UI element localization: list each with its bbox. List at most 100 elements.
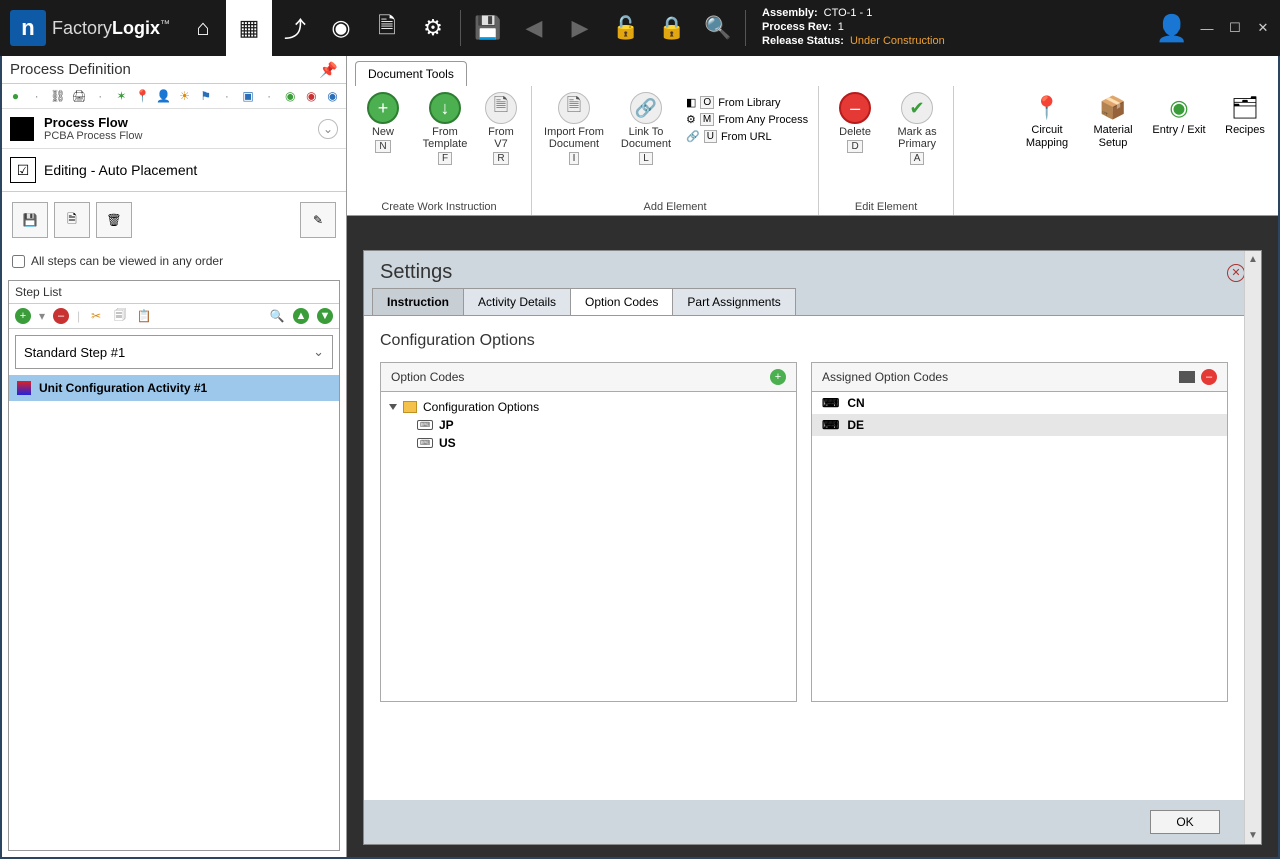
from-process-link[interactable]: ⚙MFrom Any Process: [686, 113, 808, 126]
new-button[interactable]: + New N: [357, 92, 409, 199]
delete-button[interactable]: 🗑: [96, 202, 132, 238]
info-icon[interactable]: ◉: [325, 88, 340, 104]
any-order-label: All steps can be viewed in any order: [31, 254, 223, 268]
user-icon[interactable]: 👤: [1156, 13, 1188, 44]
ok-button[interactable]: OK: [1150, 810, 1220, 834]
close-window-icon[interactable]: ✕: [1254, 19, 1272, 37]
ribbon-right: 📍Circuit Mapping 📦Material Setup ◉Entry …: [1014, 86, 1278, 215]
sun-icon[interactable]: ☀: [177, 88, 192, 104]
close-icon[interactable]: ✕: [1227, 264, 1245, 282]
save-button[interactable]: 💾: [12, 202, 48, 238]
any-order-row[interactable]: All steps can be viewed in any order: [2, 248, 346, 274]
copy-icon[interactable]: 🗐: [112, 308, 128, 324]
plus-icon: +: [367, 92, 399, 124]
material-setup-button[interactable]: 📦Material Setup: [1080, 86, 1146, 215]
step-add-icon[interactable]: +: [15, 308, 31, 324]
settings-tabs: Instruction Activity Details Option Code…: [364, 288, 1261, 315]
dot4-icon[interactable]: ·: [262, 88, 277, 104]
delete-element-button[interactable]: – Delete D: [829, 92, 881, 199]
grid-edit-icon[interactable]: ▦: [226, 0, 272, 56]
from-template-button[interactable]: ↓ From Template F: [419, 92, 471, 199]
save-as-button[interactable]: 🗎: [54, 202, 90, 238]
tab-part-assignments[interactable]: Part Assignments: [672, 288, 795, 315]
tab-option-codes[interactable]: Option Codes: [570, 288, 673, 315]
brand-suffix: Logix: [112, 18, 160, 38]
minimize-icon[interactable]: —: [1198, 19, 1216, 37]
circuit-mapping-button[interactable]: 📍Circuit Mapping: [1014, 86, 1080, 215]
link-icon[interactable]: ⛓: [50, 88, 65, 104]
add-option-icon[interactable]: +: [770, 369, 786, 385]
no-icon[interactable]: ◉: [304, 88, 319, 104]
step-list-toolbar: + ▾ – | ✂ 🗐 📋 🔍 ▲ ▼: [9, 304, 339, 329]
export-icon[interactable]: ⤴: [272, 0, 318, 56]
dot3-icon[interactable]: ·: [219, 88, 234, 104]
assigned-item-de[interactable]: ⌨DE: [812, 414, 1227, 436]
status-value: Under Construction: [850, 35, 945, 47]
tab-instruction[interactable]: Instruction: [372, 288, 464, 315]
group1-label: Create Work Instruction: [357, 199, 521, 213]
unlock-icon[interactable]: 🔓: [603, 0, 649, 56]
kbd-icon: ⌨: [822, 396, 839, 410]
from-url-link[interactable]: 🔗UFrom URL: [686, 130, 808, 143]
pin-icon[interactable]: 📌: [319, 61, 338, 79]
import-button[interactable]: 🗎 Import From Document I: [542, 92, 606, 199]
user2-icon[interactable]: 👤: [156, 88, 171, 104]
tab-activity-details[interactable]: Activity Details: [463, 288, 571, 315]
gear-icon[interactable]: ⚙: [410, 0, 456, 56]
from-v7-button[interactable]: 🗎 From V7 R: [481, 92, 521, 199]
edit-button[interactable]: ✎: [300, 202, 336, 238]
cut-icon[interactable]: ✂: [88, 308, 104, 324]
import-icon: 🗎: [558, 92, 590, 124]
titlebar: n FactoryLogix™ ⌂ ▦ ⤴ ◉ 🗎 ⚙ 💾 ◀ ▶ 🔓 🔒 🔍 …: [0, 0, 1280, 56]
grid-icon[interactable]: [1179, 371, 1195, 383]
add-icon[interactable]: ●: [8, 88, 23, 104]
save-icon[interactable]: 💾: [465, 0, 511, 56]
link-button[interactable]: 🔗 Link To Document L: [616, 92, 676, 199]
step-item[interactable]: Unit Configuration Activity #1: [9, 375, 339, 401]
home-icon[interactable]: ⌂: [180, 0, 226, 56]
lock-icon[interactable]: 🔒: [649, 0, 695, 56]
any-order-checkbox[interactable]: [12, 255, 25, 268]
document-icon[interactable]: 🗎: [364, 0, 410, 56]
forward-icon[interactable]: ▶: [557, 0, 603, 56]
pin2-icon[interactable]: 📍: [135, 88, 150, 104]
paste-icon[interactable]: 📋: [136, 308, 152, 324]
inspect-icon[interactable]: 🔍: [695, 0, 741, 56]
process-flow-row[interactable]: Process Flow PCBA Process Flow ⌄: [2, 109, 346, 149]
up-icon[interactable]: ▲: [293, 308, 309, 324]
globe-icon[interactable]: ◉: [318, 0, 364, 56]
scrollbar[interactable]: ▲ ▼: [1244, 251, 1261, 844]
chevron-down-icon[interactable]: ⌄: [318, 119, 338, 139]
remove-option-icon[interactable]: –: [1201, 369, 1217, 385]
scroll-down-icon[interactable]: ▼: [1245, 827, 1261, 844]
entry-exit-button[interactable]: ◉Entry / Exit: [1146, 86, 1212, 215]
down-icon[interactable]: ▼: [317, 308, 333, 324]
box-icon: 📦: [1097, 92, 1129, 124]
leaf-icon[interactable]: ✶: [114, 88, 129, 104]
tree-item-jp[interactable]: ⌨JP: [389, 416, 788, 434]
tab-document-tools[interactable]: Document Tools: [355, 61, 467, 86]
process-flow-icon: [10, 117, 34, 141]
tree-root[interactable]: Configuration Options: [389, 398, 788, 416]
print-icon[interactable]: 🖨: [71, 88, 86, 104]
ok-icon[interactable]: ◉: [283, 88, 298, 104]
expand-icon[interactable]: [389, 404, 397, 410]
scroll-up-icon[interactable]: ▲: [1245, 251, 1261, 268]
step-select[interactable]: Standard Step #1 ⌄: [15, 335, 333, 369]
chevron-down2-icon: ⌄: [313, 344, 324, 360]
back-icon[interactable]: ◀: [511, 0, 557, 56]
assigned-item-cn[interactable]: ⌨CN: [812, 392, 1227, 414]
recipes-button[interactable]: 🗂Recipes: [1212, 86, 1278, 215]
flag-icon[interactable]: ⚑: [198, 88, 213, 104]
dot-icon[interactable]: ·: [29, 88, 44, 104]
dot2-icon[interactable]: ·: [93, 88, 108, 104]
tree-item-us[interactable]: ⌨US: [389, 434, 788, 452]
step-remove-icon[interactable]: –: [53, 308, 69, 324]
zoom-icon[interactable]: 🔍: [269, 308, 285, 324]
maximize-icon[interactable]: ☐: [1226, 19, 1244, 37]
mark-primary-button[interactable]: ✔ Mark as Primary A: [891, 92, 943, 199]
doc-tools-row: Document Tools: [347, 56, 1278, 86]
stack-icon[interactable]: ▣: [240, 88, 255, 104]
ribbon: + New N ↓ From Template F 🗎 From V7 R: [347, 86, 1278, 216]
from-library-link[interactable]: ◧OFrom Library: [686, 96, 808, 109]
